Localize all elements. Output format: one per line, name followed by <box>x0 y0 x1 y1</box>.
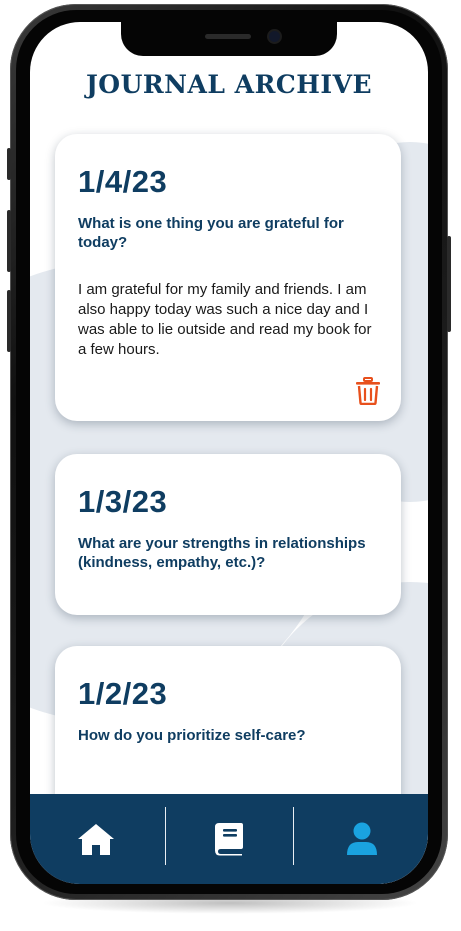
entry-date: 1/3/23 <box>78 484 168 519</box>
earpiece-speaker <box>205 34 251 39</box>
app-screen: JOURNAL ARCHIVE 1/4/23 What is one thing… <box>30 22 428 884</box>
delete-entry-button[interactable] <box>355 377 381 406</box>
nav-profile-tab[interactable] <box>296 794 428 884</box>
nav-journal-tab[interactable] <box>163 794 295 884</box>
entry-date: 1/2/23 <box>78 676 168 711</box>
entry-question: How do you prioritize self-care? <box>78 727 306 744</box>
page-title: JOURNAL ARCHIVE <box>85 70 373 99</box>
volume-up-button <box>7 210 11 272</box>
journal-entry-card[interactable]: 1/4/23 What is one thing you are gratefu… <box>55 134 401 421</box>
home-icon <box>78 824 114 855</box>
entry-question: What are your strengths in relationships… <box>78 535 366 571</box>
journal-entry-card[interactable]: 1/2/23 How do you prioritize self-care? <box>55 646 401 816</box>
entry-question: What is one thing you are grateful for t… <box>78 215 344 251</box>
notch <box>121 22 337 56</box>
entry-answer: I am grateful for my family and friends.… <box>78 281 372 358</box>
mockup-stage: JOURNAL ARCHIVE 1/4/23 What is one thing… <box>0 0 461 931</box>
trash-icon <box>356 377 380 406</box>
bottom-nav-bar <box>30 794 428 884</box>
front-camera <box>269 31 280 42</box>
power-button <box>447 236 451 332</box>
nav-home-tab[interactable] <box>30 794 162 884</box>
nav-divider <box>293 807 294 865</box>
entry-date: 1/4/23 <box>78 164 168 199</box>
volume-down-button <box>7 290 11 352</box>
journal-entry-card[interactable]: 1/3/23 What are your strengths in relati… <box>55 454 401 615</box>
profile-icon <box>347 822 377 855</box>
journal-book-icon <box>215 823 243 856</box>
silent-switch <box>7 148 11 180</box>
